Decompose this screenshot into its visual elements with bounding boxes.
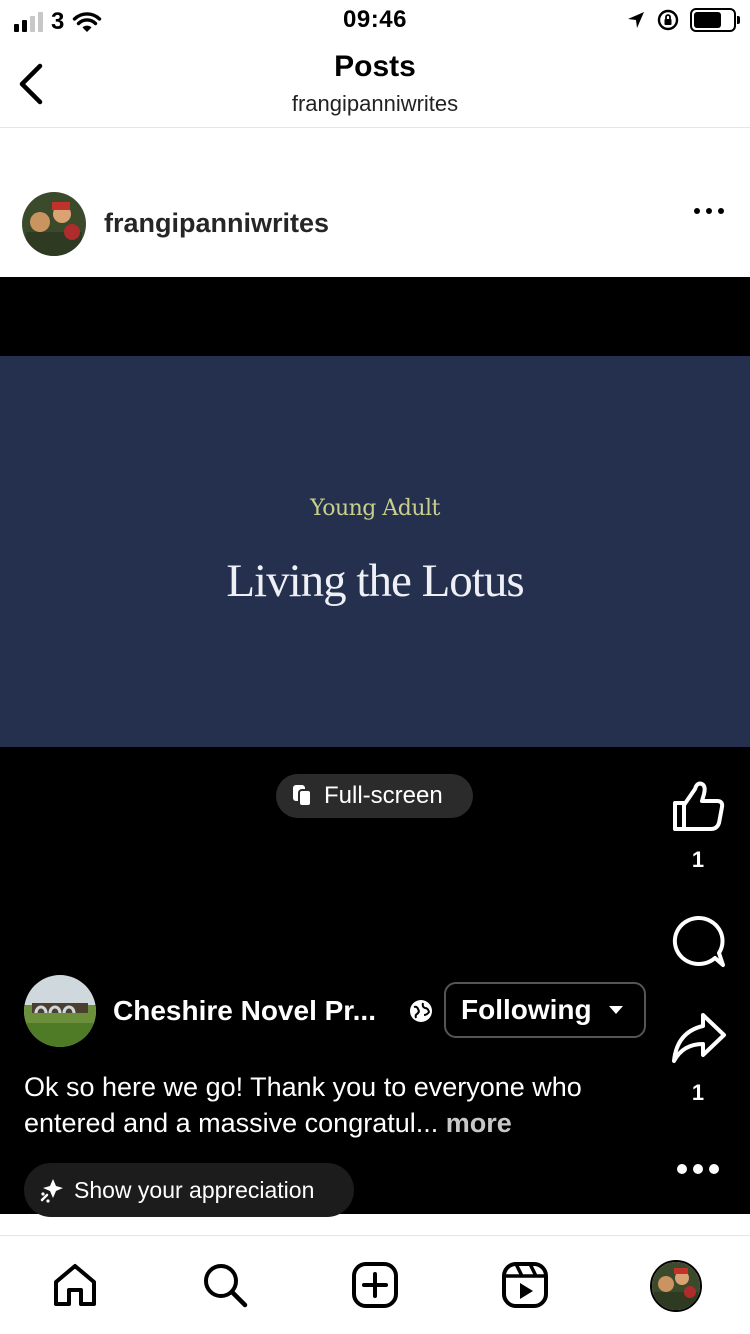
author-row: Cheshire Novel Pr... Following [24, 975, 654, 1047]
like-count: 1 [691, 847, 705, 872]
globe-icon [410, 1000, 432, 1022]
show-appreciation-button[interactable]: Show your appreciation [24, 1163, 354, 1217]
profile-avatar[interactable] [650, 1260, 702, 1312]
bottom-tab-bar [0, 1235, 750, 1334]
author-avatar[interactable] [24, 975, 96, 1047]
page-subtitle: frangipanniwrites [291, 91, 459, 116]
fullscreen-icon [293, 785, 312, 807]
user-avatar[interactable] [22, 192, 86, 256]
comment-button[interactable] [668, 913, 728, 976]
following-label: Following [461, 994, 592, 1025]
rotation-lock-icon [657, 9, 679, 31]
thumbs-up-icon [673, 781, 725, 831]
sparkle-icon [40, 1179, 63, 1203]
fullscreen-button[interactable]: Full-screen [276, 774, 473, 818]
status-bar: 3 09:46 [0, 0, 750, 40]
share-button[interactable] [668, 1009, 728, 1072]
caret-down-icon [608, 1006, 623, 1014]
reels-icon[interactable] [500, 1260, 550, 1310]
post-caption: Ok so here we go! Thank you to everyone … [24, 1069, 664, 1141]
home-icon[interactable] [50, 1260, 100, 1310]
post-header: frangipanniwrites [0, 186, 750, 266]
more-options-icon[interactable] [694, 208, 724, 214]
search-icon[interactable] [200, 1260, 250, 1310]
following-button[interactable]: Following [444, 982, 646, 1038]
banner-title: Living the Lotus [226, 555, 524, 607]
share-icon [672, 1013, 726, 1063]
post-banner-image: Young Adult Living the Lotus [0, 356, 750, 747]
appreciate-label: Show your appreciation [74, 1176, 315, 1203]
share-count: 1 [691, 1080, 705, 1105]
status-right [626, 8, 740, 32]
post-more-icon[interactable] [668, 1159, 728, 1184]
post-media[interactable]: Young Adult Living the Lotus Full-screen… [0, 277, 750, 1217]
post-username[interactable]: frangipanniwrites [104, 208, 329, 239]
location-arrow-icon [628, 12, 644, 28]
caption-more-link[interactable]: more [446, 1108, 512, 1138]
page-title: Posts [334, 50, 416, 83]
comment-icon [672, 915, 725, 967]
nav-header: Posts frangipanniwrites [0, 40, 750, 128]
banner-category: Young Adult [310, 496, 440, 521]
battery-icon [690, 8, 740, 32]
like-button[interactable] [668, 777, 728, 840]
fullscreen-label: Full-screen [324, 782, 443, 809]
author-name[interactable]: Cheshire Novel Pr... [113, 995, 376, 1027]
create-post-icon[interactable] [350, 1260, 400, 1310]
